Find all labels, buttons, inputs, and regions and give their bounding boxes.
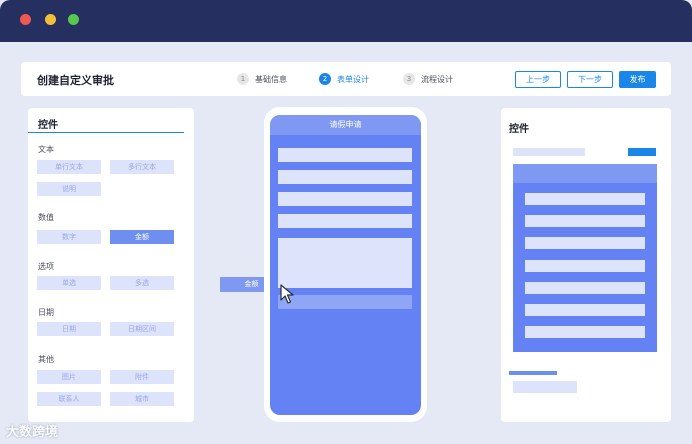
group-label-other: 其他 — [38, 355, 54, 364]
watermark-logo: 大数跨境 — [6, 425, 59, 440]
form-preview-phone: 请假申请 — [264, 107, 427, 422]
property-action-button[interactable] — [628, 148, 656, 156]
maximize-window-dot[interactable] — [68, 14, 79, 25]
group-label-text: 文本 — [38, 145, 54, 154]
step-flow-design[interactable]: 3 流程设计 — [403, 73, 453, 85]
step-label: 基础信息 — [255, 74, 287, 84]
property-field[interactable] — [525, 282, 645, 294]
property-preview-box — [513, 164, 657, 352]
control-chip-attachment[interactable]: 附件 — [110, 370, 174, 384]
control-chip-date[interactable]: 日期 — [37, 322, 101, 336]
step-basic-info[interactable]: 1 基础信息 — [237, 73, 287, 85]
group-label-options: 选项 — [38, 262, 54, 271]
property-label-placeholder — [513, 148, 585, 156]
form-field[interactable] — [278, 148, 412, 162]
property-field[interactable] — [525, 215, 645, 227]
property-field[interactable] — [525, 260, 645, 272]
controls-panel: 控件 文本 单行文本 多行文本 说明 数值 数字 金额 选项 单选 多选 日期 … — [28, 108, 194, 422]
control-chip-date-range[interactable]: 日期区间 — [110, 322, 174, 336]
control-chip-single-choice[interactable]: 单选 — [37, 276, 101, 290]
step-label: 表单设计 — [337, 74, 369, 84]
form-preview-screen: 请假申请 — [270, 115, 421, 415]
minimize-window-dot[interactable] — [45, 14, 56, 25]
property-divider — [509, 371, 557, 375]
step-label: 流程设计 — [421, 74, 453, 84]
property-field[interactable] — [525, 326, 645, 338]
drop-placeholder — [278, 295, 412, 309]
step-number: 2 — [319, 73, 331, 85]
close-window-dot[interactable] — [20, 14, 31, 25]
group-label-date: 日期 — [38, 308, 54, 317]
form-field[interactable] — [278, 214, 412, 228]
panel-divider — [28, 132, 184, 133]
control-chip-city[interactable]: 城市 — [110, 392, 174, 406]
control-chip-image[interactable]: 图片 — [37, 370, 101, 384]
window-titlebar — [0, 0, 692, 42]
page-title: 创建自定义审批 — [37, 74, 114, 87]
step-number: 1 — [237, 73, 249, 85]
prev-step-button[interactable]: 上一步 — [515, 71, 561, 88]
group-label-number: 数值 — [38, 213, 54, 222]
form-field[interactable] — [278, 192, 412, 206]
control-chip-amount[interactable]: 金额 — [110, 230, 174, 244]
step-form-design[interactable]: 2 表单设计 — [319, 73, 369, 85]
form-field[interactable] — [278, 170, 412, 184]
control-chip-single-line[interactable]: 单行文本 — [37, 160, 101, 174]
page-header: 创建自定义审批 1 基础信息 2 表单设计 3 流程设计 上一步 下一步 发布 — [21, 62, 671, 96]
property-field[interactable] — [525, 304, 645, 316]
next-step-button[interactable]: 下一步 — [567, 71, 613, 88]
properties-panel-title: 控件 — [509, 124, 529, 135]
property-field[interactable] — [525, 193, 645, 205]
mouse-cursor-icon — [280, 284, 294, 304]
form-preview-title: 请假申请 — [270, 115, 421, 135]
publish-button[interactable]: 发布 — [619, 71, 656, 88]
property-field[interactable] — [525, 237, 645, 249]
control-chip-description[interactable]: 说明 — [37, 182, 101, 196]
control-chip-contact[interactable]: 联系人 — [37, 392, 101, 406]
form-textarea-field[interactable] — [278, 238, 412, 288]
properties-panel: 控件 — [501, 108, 671, 422]
property-preview-header — [513, 164, 657, 183]
control-chip-number[interactable]: 数字 — [37, 230, 101, 244]
control-chip-multi-choice[interactable]: 多选 — [110, 276, 174, 290]
controls-panel-title: 控件 — [38, 120, 58, 131]
property-input[interactable] — [513, 381, 577, 393]
control-chip-multi-line[interactable]: 多行文本 — [110, 160, 174, 174]
step-number: 3 — [403, 73, 415, 85]
